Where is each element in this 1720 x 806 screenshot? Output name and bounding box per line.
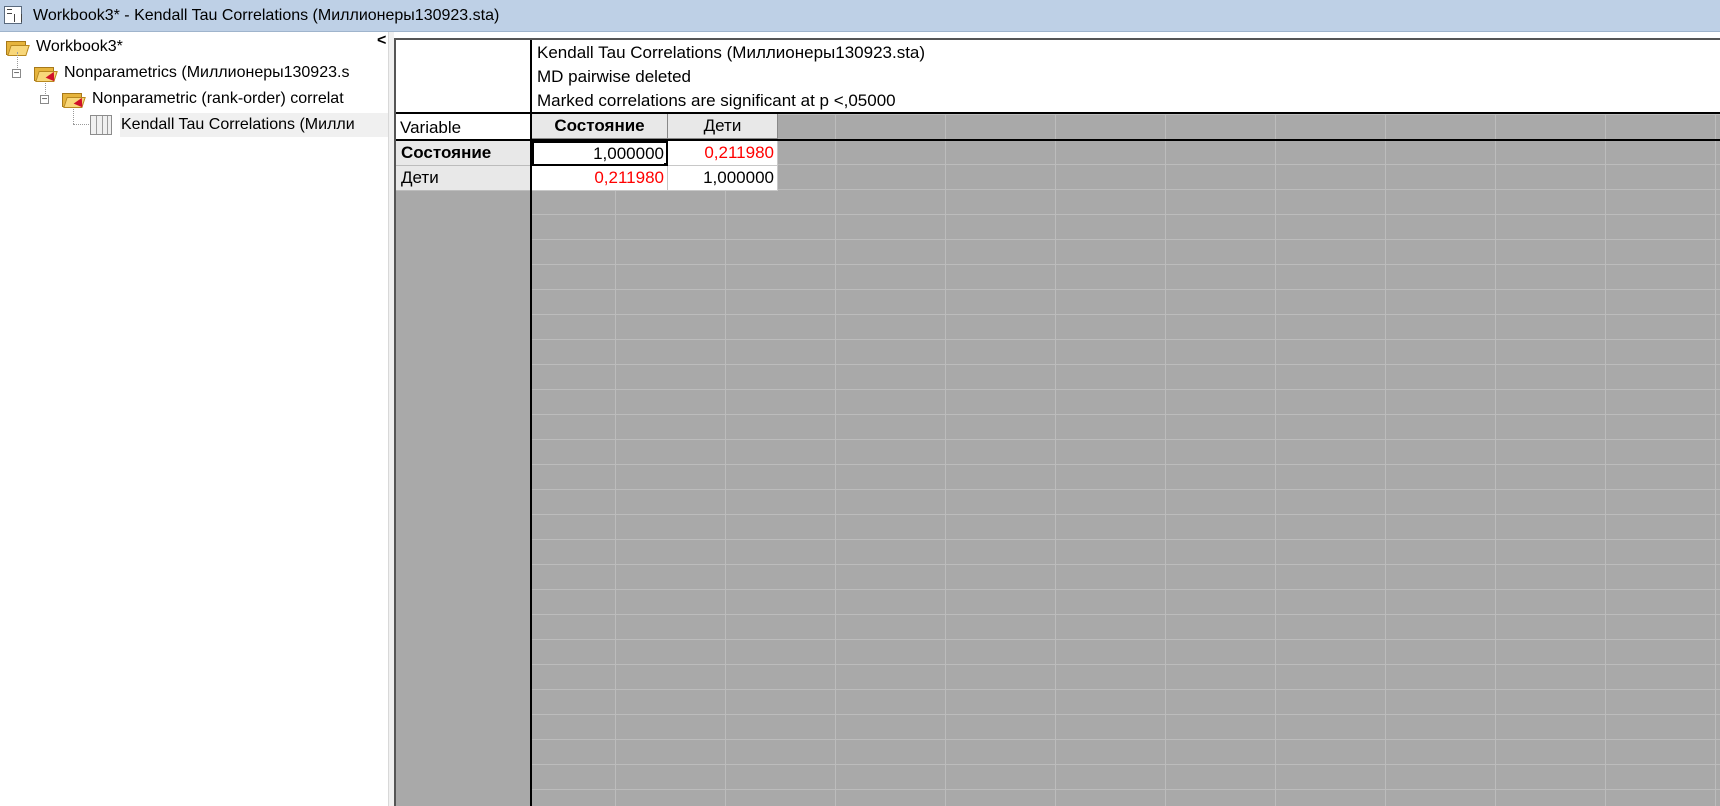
row-header-deti[interactable]: Дети: [396, 166, 530, 191]
folder-arrow-icon: [34, 66, 59, 85]
folder-arrow-icon: [62, 92, 87, 111]
tree-item-label: Kendall Tau Correlations (Милли: [121, 116, 355, 133]
sheet-title: Kendall Tau Correlations (Миллионеры1309…: [537, 43, 926, 62]
sheet-subtitle: MD pairwise deleted: [537, 67, 692, 86]
cell-sostoyanie-sostoyanie[interactable]: 1,000000: [532, 141, 668, 166]
tree-item-nonparametrics[interactable]: − Nonparametrics (Миллионеры130923.s: [0, 62, 388, 86]
collapse-icon[interactable]: −: [40, 95, 49, 105]
window-title: Workbook3* - Kendall Tau Correlations (М…: [33, 7, 500, 24]
tree-item-label: Nonparametric (rank-order) correlat: [92, 90, 344, 107]
tree-item-label: Nonparametrics (Миллионеры130923.s: [64, 64, 350, 81]
tree-item-label: Workbook3*: [36, 38, 123, 55]
spreadsheet-grid[interactable]: Kendall Tau Correlations (Миллионеры1309…: [394, 38, 1720, 806]
workbook-icon: [4, 6, 22, 24]
workbook-tree[interactable]: < Workbook3* − Nonparametrics (Миллионер…: [0, 32, 388, 806]
cell-sostoyanie-deti[interactable]: 0,211980: [668, 141, 778, 166]
tree-item-kendall-tau[interactable]: Kendall Tau Correlations (Милли: [0, 113, 388, 138]
column-header-sostoyanie[interactable]: Состояние: [532, 114, 668, 139]
tree-item-rank-order[interactable]: − Nonparametric (rank-order) correlat: [0, 88, 388, 112]
collapse-icon[interactable]: −: [12, 69, 21, 79]
title-bar: Workbook3* - Kendall Tau Correlations (М…: [0, 0, 1720, 32]
collapse-panel-button[interactable]: <: [377, 32, 386, 50]
tree-item-workbook[interactable]: Workbook3*: [0, 36, 370, 60]
sheet-note: Marked correlations are significant at p…: [537, 91, 896, 110]
corner-label: Variable: [400, 118, 462, 137]
column-header-deti[interactable]: Дети: [668, 114, 778, 139]
cell-deti-sostoyanie[interactable]: 0,211980: [532, 166, 668, 191]
cell-deti-deti[interactable]: 1,000000: [668, 166, 778, 191]
row-header-sostoyanie[interactable]: Состояние: [396, 141, 530, 166]
header-divider: [530, 40, 532, 114]
spreadsheet-icon: [90, 115, 112, 135]
